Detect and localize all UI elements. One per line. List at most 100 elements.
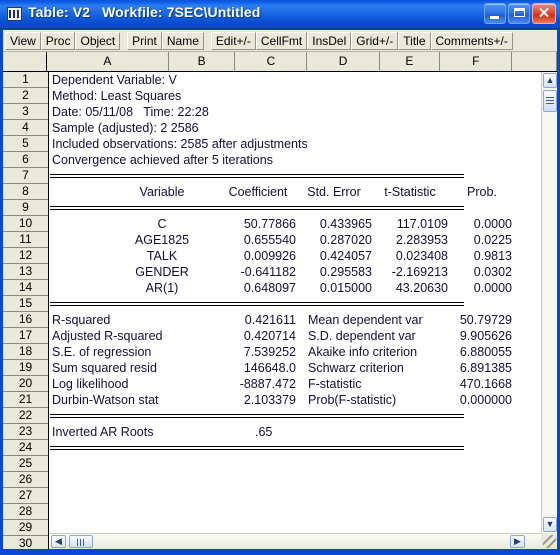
resize-grip-icon[interactable] (543, 535, 556, 548)
toolbar-button-view[interactable]: View (5, 31, 41, 50)
inverted-ar-roots-label: Inverted AR Roots (52, 425, 154, 439)
scroll-up-button[interactable]: ▲ (543, 73, 557, 88)
vertical-scrollbar[interactable]: ▲ ▼ (541, 72, 557, 533)
column-header-b[interactable]: B (169, 52, 236, 71)
table-row[interactable]: S.E. of regression 7.539252 Akaike info cr… (50, 344, 541, 360)
coef-value: 0.009926 (243, 249, 296, 263)
row-header[interactable]: 15 (3, 296, 48, 312)
row-header[interactable]: 2 (3, 88, 48, 104)
coef-std-error: 0.287020 (319, 233, 372, 247)
table-row[interactable]: Included observations: 2585 after adjust… (50, 136, 541, 152)
row-header[interactable]: 28 (3, 504, 48, 520)
row-header[interactable]: 21 (3, 392, 48, 408)
toolbar-button-insdel[interactable]: InsDel (307, 31, 352, 50)
column-header-d[interactable]: D (307, 52, 380, 71)
cell-grid[interactable]: Dependent Variable: V Method: Least Squar… (50, 72, 541, 549)
column-header-g[interactable] (512, 52, 557, 71)
table-row[interactable]: Date: 05/11/08 Time: 22:28 (50, 104, 541, 120)
coef-prob: 0.0302 (473, 265, 512, 279)
stat-right-label: Schwarz criterion (308, 361, 404, 375)
row-header[interactable]: 17 (3, 328, 48, 344)
stat-left-label: R-squared (52, 313, 111, 327)
row-header[interactable]: 25 (3, 456, 48, 472)
table-row[interactable]: GENDER -0.641182 0.295583 -2.169213 0.0302 (50, 264, 541, 280)
table-row[interactable]: Convergence achieved after 5 iterations (50, 152, 541, 168)
scroll-down-button[interactable]: ▼ (543, 517, 557, 532)
row-header[interactable]: 18 (3, 344, 48, 360)
toolbar-button-title[interactable]: Title (398, 31, 431, 50)
stat-right-value: 6.880055 (459, 345, 512, 359)
regression-header-line: Method: Least Squares (52, 89, 182, 103)
close-icon: ✕ (537, 5, 551, 22)
row-header[interactable]: 6 (3, 152, 48, 168)
row-header[interactable]: 5 (3, 136, 48, 152)
row-header[interactable]: 27 (3, 488, 48, 504)
row-header[interactable]: 4 (3, 120, 48, 136)
stat-left-value: 0.420714 (243, 329, 296, 343)
row-header[interactable]: 24 (3, 440, 48, 456)
table-row[interactable]: Method: Least Squares (50, 88, 541, 104)
table-row[interactable]: Durbin-Watson stat 2.103379 Prob(F-statist… (50, 392, 541, 408)
table-rule (50, 446, 464, 450)
column-header-a[interactable]: A (47, 52, 169, 71)
table-row[interactable]: TALK 0.009926 0.424057 0.023408 0.9813 (50, 248, 541, 264)
table-row[interactable]: Sum squared resid 146648.0 Schwarz criteri… (50, 360, 541, 376)
table-row[interactable]: AR(1) 0.648097 0.015000 43.20630 0.0000 (50, 280, 541, 296)
table-row[interactable]: Adjusted R-squared 0.420714 S.D. dependent… (50, 328, 541, 344)
table-row[interactable]: Dependent Variable: V (50, 72, 541, 88)
toolbar-button-grid[interactable]: Grid+/- (351, 31, 399, 50)
table-row[interactable]: AGE1825 0.655540 0.287020 2.283953 0.0225 (50, 232, 541, 248)
row-header[interactable]: 26 (3, 472, 48, 488)
table-row[interactable]: Variable Coefficient Std. Error t-Statistic… (50, 184, 541, 200)
window-titlebar[interactable]: Table: V2 Workfile: 7SEC\Untitled ✕ (0, 0, 560, 29)
table-row[interactable]: C 50.77866 0.433965 117.0109 0.0000 (50, 216, 541, 232)
toolbar-button-print[interactable]: Print (127, 31, 162, 50)
toolbar-button-comments[interactable]: Comments+/- (430, 31, 513, 50)
row-header[interactable]: 11 (3, 232, 48, 248)
regression-header-line: Included observations: 2585 after adjust… (52, 137, 308, 151)
column-header-f[interactable]: F (440, 52, 513, 71)
coef-std-error: 0.433965 (319, 217, 372, 231)
column-header-c[interactable]: C (235, 52, 308, 71)
scroll-right-button[interactable]: ▶ (510, 535, 525, 548)
row-header[interactable]: 12 (3, 248, 48, 264)
row-header[interactable]: 9 (3, 200, 48, 216)
vertical-scrollbar-thumb[interactable] (543, 90, 557, 112)
stat-right-value: 470.1668 (459, 377, 512, 391)
row-header[interactable]: 13 (3, 264, 48, 280)
row-headers: 1 2 3 4 5 6 7 8 9 10 11 12 13 14 15 16 17 18 19 20 21 22 23 24 2… (3, 72, 49, 549)
horizontal-scrollbar-thumb[interactable] (69, 535, 93, 548)
toolbar-button-object[interactable]: Object (75, 31, 121, 50)
row-header[interactable]: 3 (3, 104, 48, 120)
row-header[interactable]: 14 (3, 280, 48, 296)
horizontal-scrollbar[interactable]: ◀ ▶ (50, 533, 541, 549)
table-row[interactable]: Inverted AR Roots .65 (50, 424, 541, 440)
row-header[interactable]: 30 (3, 536, 48, 549)
row-header[interactable]: 19 (3, 360, 48, 376)
row-header[interactable]: 10 (3, 216, 48, 232)
maximize-button[interactable] (508, 3, 530, 24)
row-header[interactable]: 7 (3, 168, 48, 184)
close-button[interactable]: ✕ (532, 3, 556, 24)
table-row[interactable]: Log likelihood -8887.472 F-statistic 470.16… (50, 376, 541, 392)
row-header[interactable]: 1 (3, 72, 48, 88)
select-all-corner[interactable] (3, 52, 47, 71)
row-header[interactable]: 23 (3, 424, 48, 440)
row-header[interactable]: 16 (3, 312, 48, 328)
scroll-left-button[interactable]: ◀ (51, 535, 66, 548)
table-rule (50, 174, 464, 178)
table-row[interactable]: R-squared 0.421611 Mean dependent var 50.79… (50, 312, 541, 328)
row-header[interactable]: 8 (3, 184, 48, 200)
coef-variable: AGE1825 (134, 233, 190, 247)
table-row[interactable]: Sample (adjusted): 2 2586 (50, 120, 541, 136)
toolbar-button-proc[interactable]: Proc (40, 31, 76, 50)
row-header[interactable]: 22 (3, 408, 48, 424)
toolbar-button-name[interactable]: Name (161, 31, 204, 50)
column-header-e[interactable]: E (380, 52, 441, 71)
row-header[interactable]: 29 (3, 520, 48, 536)
row-header[interactable]: 20 (3, 376, 48, 392)
toolbar-button-cellfmt[interactable]: CellFmt (255, 31, 308, 50)
regression-header-line: Dependent Variable: V (52, 73, 177, 87)
toolbar-button-edit[interactable]: Edit+/- (210, 31, 256, 50)
minimize-button[interactable] (484, 3, 506, 24)
